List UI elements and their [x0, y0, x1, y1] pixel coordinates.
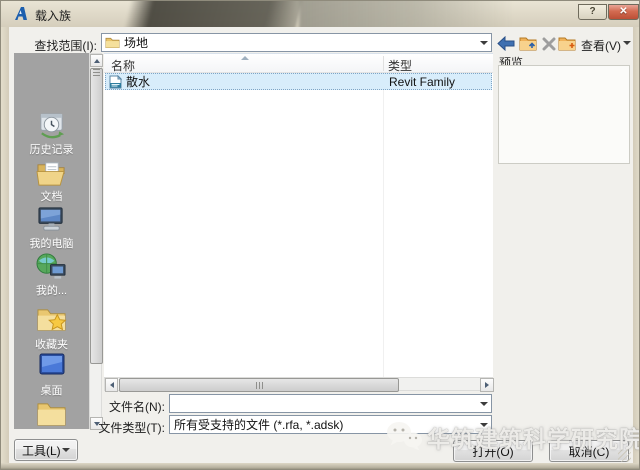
- tools-button-label: 工具(L): [22, 442, 61, 459]
- file-type: Revit Family: [389, 75, 455, 89]
- column-header-type[interactable]: 类型: [388, 57, 412, 74]
- dropdown-arrow-icon[interactable]: [476, 402, 491, 406]
- file-name-label: 文件名(N):: [99, 398, 165, 415]
- sidebar-item-label: 收藏夹: [14, 336, 89, 352]
- network-places-icon: [36, 252, 67, 281]
- sidebar-item-label: 我的...: [14, 282, 89, 298]
- look-in-value: 场地: [120, 34, 476, 51]
- new-folder-icon[interactable]: [557, 34, 577, 52]
- column-separator-line: [383, 73, 384, 378]
- desktop-icon: [39, 353, 65, 375]
- file-name: 散水: [126, 73, 150, 90]
- file-type-label: 文件类型(T):: [93, 419, 165, 436]
- view-dropdown-arrow-icon[interactable]: [623, 41, 631, 45]
- scroll-right-icon[interactable]: [480, 378, 494, 392]
- look-in-label: 查找范围(I):: [11, 37, 97, 54]
- background-artifact: [123, 1, 303, 27]
- dropdown-arrow-icon[interactable]: [476, 41, 491, 45]
- revit-app-icon: [13, 6, 29, 22]
- my-computer-icon: [36, 205, 67, 234]
- look-in-dropdown[interactable]: 场地: [101, 33, 492, 52]
- help-button[interactable]: ?: [578, 4, 607, 20]
- documents-folder-icon: [36, 159, 67, 188]
- folder-icon: [36, 400, 67, 429]
- sort-ascending-icon: [241, 56, 249, 60]
- scroll-up-icon[interactable]: [90, 54, 103, 67]
- background-artifact: [299, 1, 514, 27]
- delete-icon[interactable]: [539, 35, 559, 53]
- preview-box: [498, 65, 630, 164]
- tools-button[interactable]: 工具(L): [14, 439, 78, 461]
- places-sidebar: 历史记录 文档 我的电脑: [14, 53, 89, 429]
- close-button[interactable]: ✕: [608, 4, 639, 20]
- window-frame-left: [1, 27, 9, 463]
- file-list-scrollbar[interactable]: [104, 377, 493, 391]
- watermark-text: 华筑建筑科学研究院: [427, 420, 640, 454]
- window-frame-bottom: [1, 463, 640, 470]
- file-row-selected[interactable]: 散水 Revit Family: [105, 73, 492, 90]
- column-divider[interactable]: [383, 56, 384, 71]
- view-menu[interactable]: 查看(V): [581, 37, 621, 54]
- scrollbar-thumb[interactable]: [119, 378, 399, 392]
- sidebar-item-label: 桌面: [14, 382, 89, 398]
- sidebar-scrollbar[interactable]: [89, 53, 102, 429]
- thumb-grip: [91, 69, 102, 76]
- load-family-dialog: 载入族 ? ✕ 查找范围(I): 场地 查看(V): [0, 0, 640, 470]
- file-list: 名称 类型 散水 Revit Family: [104, 53, 493, 391]
- watermark: 华筑建筑科学研究院: [385, 419, 640, 455]
- title-bar[interactable]: 载入族 ? ✕: [1, 1, 640, 27]
- sidebar-item-label: 我的电脑: [14, 235, 89, 251]
- sidebar-item-label: 文档: [14, 188, 89, 204]
- thumb-grip: [120, 379, 398, 391]
- scroll-left-icon[interactable]: [105, 378, 118, 392]
- back-icon[interactable]: [496, 34, 516, 52]
- history-icon: [36, 112, 67, 141]
- scrollbar-thumb[interactable]: [90, 68, 103, 364]
- list-header: 名称 类型: [104, 54, 493, 73]
- favorites-folder-icon: [36, 305, 67, 334]
- rfa-file-icon: [109, 75, 122, 89]
- window-title: 载入族: [35, 7, 71, 24]
- folder-icon: [105, 36, 120, 49]
- tools-dropdown-arrow-icon: [62, 448, 70, 452]
- up-one-level-icon[interactable]: [518, 34, 538, 52]
- column-header-name[interactable]: 名称: [111, 57, 135, 74]
- file-name-input[interactable]: [169, 394, 492, 413]
- wechat-icon: [385, 419, 423, 455]
- sidebar-item-label: 历史记录: [14, 141, 89, 157]
- window-frame-right: [633, 27, 640, 463]
